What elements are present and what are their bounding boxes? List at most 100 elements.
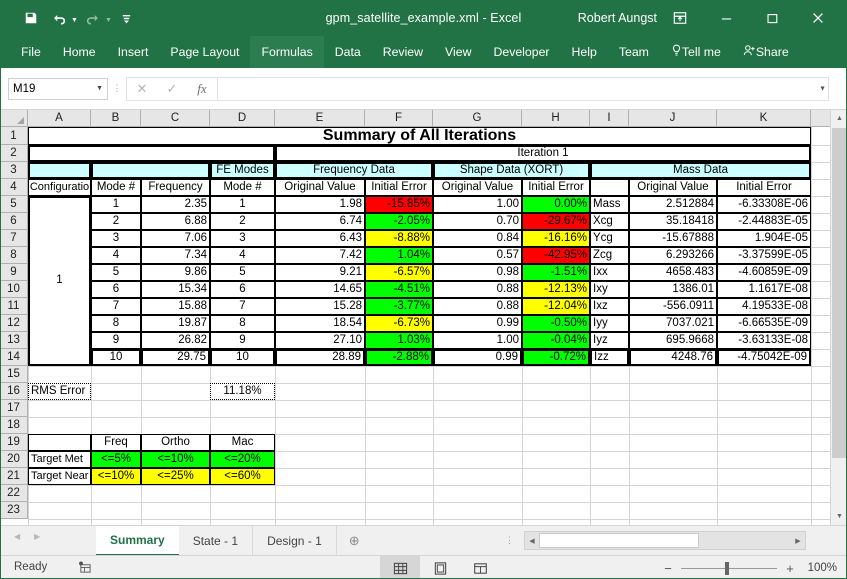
cell-shape-original[interactable]: 0.98	[433, 264, 522, 281]
cell-shape-error[interactable]: -0.04%	[522, 332, 590, 349]
cell-freq-error[interactable]: 1.04%	[365, 247, 433, 264]
row-header-15[interactable]: 15	[0, 366, 28, 383]
row-header-22[interactable]: 22	[0, 485, 28, 502]
cell-mass-label[interactable]: Ycg	[590, 230, 629, 247]
cell-shape-original[interactable]: 1.00	[433, 332, 522, 349]
cell-mass-error[interactable]: -4.75042E-09	[717, 349, 811, 366]
cell-freq-error[interactable]: -15.85%	[365, 196, 433, 213]
cell-mass-original[interactable]: 7037.021	[629, 315, 717, 332]
cell-header-configuration[interactable]: Configuratio	[28, 179, 91, 196]
cell-frequency[interactable]: 15.34	[141, 281, 210, 298]
cell-mode-number[interactable]: 4	[91, 247, 141, 264]
chevron-down-icon[interactable]: ▼	[96, 85, 103, 92]
cell-fe-mode-number[interactable]: 6	[210, 281, 275, 298]
cell-shape-original[interactable]: 0.70	[433, 213, 522, 230]
cell-mode-number[interactable]: 2	[91, 213, 141, 230]
ribbon-tab-help[interactable]: Help	[561, 36, 608, 68]
cell-mode-number[interactable]: 1	[91, 196, 141, 213]
sheet-tab-design-1[interactable]: Design - 1	[253, 526, 337, 556]
cell-freq-error[interactable]: -3.77%	[365, 298, 433, 315]
column-header-i[interactable]: I	[590, 110, 629, 127]
cell-header-mass-blank[interactable]	[590, 179, 629, 196]
cell-header-freq-original[interactable]: Original Value	[275, 179, 365, 196]
cell-freq-original[interactable]: 18.54	[275, 315, 365, 332]
column-header-k[interactable]: K	[717, 110, 811, 127]
cell-shape-original[interactable]: 1.00	[433, 196, 522, 213]
scroll-up-icon[interactable]: ▲	[831, 110, 847, 127]
add-sheet-icon[interactable]: ⊕	[337, 526, 372, 556]
cell-mass-error[interactable]: -3.63133E-08	[717, 332, 811, 349]
cell-fe-mode-number[interactable]: 7	[210, 298, 275, 315]
sheet-tab-summary[interactable]: Summary	[96, 526, 179, 556]
cell-frequency[interactable]: 29.75	[141, 349, 210, 366]
share-button[interactable]: Share	[732, 36, 800, 68]
cell-freq-original[interactable]: 15.28	[275, 298, 365, 315]
cell-mass-original[interactable]: 695.9668	[629, 332, 717, 349]
cell-rms-error-value[interactable]: 11.18%	[210, 383, 275, 400]
ribbon-tab-insert[interactable]: Insert	[107, 36, 160, 68]
cell-freq-original[interactable]: 6.43	[275, 230, 365, 247]
page-layout-view-icon[interactable]	[420, 556, 460, 579]
cell-freq-original[interactable]: 7.42	[275, 247, 365, 264]
cell-shape-original[interactable]: 0.88	[433, 298, 522, 315]
cell-legend-met-ortho[interactable]: <=10%	[141, 451, 210, 468]
cell-mode-number[interactable]: 6	[91, 281, 141, 298]
cell-freq-error[interactable]: -2.05%	[365, 213, 433, 230]
cell-iteration-label[interactable]: Iteration 1	[275, 145, 811, 162]
cell-legend-met-freq[interactable]: <=5%	[91, 451, 141, 468]
cell-mass-original[interactable]: 4658.483	[629, 264, 717, 281]
zoom-out-button[interactable]: −	[662, 561, 674, 576]
maximize-icon[interactable]	[749, 0, 795, 36]
cell-freq-original[interactable]: 1.98	[275, 196, 365, 213]
scroll-left-icon[interactable]: ◀	[525, 533, 539, 548]
cell-shape-error[interactable]: -0.72%	[522, 349, 590, 366]
cell-mass-error[interactable]: -2.44883E-05	[717, 213, 811, 230]
cell-shape-original[interactable]: 0.57	[433, 247, 522, 264]
ribbon-tab-team[interactable]: Team	[608, 36, 660, 68]
cell-frequency[interactable]: 2.35	[141, 196, 210, 213]
normal-view-icon[interactable]	[380, 556, 420, 579]
zoom-slider[interactable]	[681, 561, 777, 575]
column-header-b[interactable]: B	[91, 110, 141, 127]
row-header-16[interactable]: 16	[0, 383, 28, 400]
cell-freq-original[interactable]: 6.74	[275, 213, 365, 230]
cell-mass-error[interactable]: 4.19533E-08	[717, 298, 811, 315]
cell-frequency[interactable]: 19.87	[141, 315, 210, 332]
cell-fe-mode-number[interactable]: 2	[210, 213, 275, 230]
cell-shape-error[interactable]: -42.95%	[522, 247, 590, 264]
column-header-h[interactable]: H	[522, 110, 590, 127]
cell-mass-original[interactable]: 35.18418	[629, 213, 717, 230]
cell-freq-error[interactable]: -6.57%	[365, 264, 433, 281]
cell-freq-original[interactable]: 27.10	[275, 332, 365, 349]
column-header-l-partial[interactable]	[811, 110, 830, 127]
ribbon-tab-home[interactable]: Home	[52, 36, 107, 68]
ribbon-tab-review[interactable]: Review	[372, 36, 434, 68]
cell-configuration-value[interactable]: 1	[28, 196, 91, 366]
zoom-in-button[interactable]: +	[784, 561, 796, 576]
row-header-19[interactable]: 19	[0, 434, 28, 451]
cell-legend-label-target-near[interactable]: Target Near	[28, 468, 91, 485]
macro-record-icon[interactable]	[78, 561, 92, 577]
cell-freq-error[interactable]: -8.88%	[365, 230, 433, 247]
column-header-c[interactable]: C	[141, 110, 210, 127]
row-header-2[interactable]: 2	[0, 145, 28, 162]
ribbon-display-options-icon[interactable]	[657, 0, 703, 36]
cell-shape-error[interactable]: 0.00%	[522, 196, 590, 213]
ribbon-tab-data[interactable]: Data	[324, 36, 372, 68]
customize-quick-access-toolbar-icon[interactable]	[114, 5, 140, 31]
row-header-18[interactable]: 18	[0, 417, 28, 434]
cell-mass-error[interactable]: -4.60859E-09	[717, 264, 811, 281]
column-header-f[interactable]: F	[365, 110, 433, 127]
cell-freq-original[interactable]: 28.89	[275, 349, 365, 366]
cell-mode-number[interactable]: 3	[91, 230, 141, 247]
cell-group-fe-modes[interactable]: FE Modes	[210, 162, 275, 179]
enter-icon[interactable]: ✓	[157, 78, 187, 100]
cell-shape-original[interactable]: 0.99	[433, 349, 522, 366]
page-break-preview-icon[interactable]	[460, 556, 500, 579]
cell-mass-error[interactable]: 1.904E-05	[717, 230, 811, 247]
cell-group-frequency-data[interactable]: Frequency Data	[275, 162, 433, 179]
cell-b3-group[interactable]	[91, 162, 210, 179]
cell-mass-error[interactable]: 1.1617E-08	[717, 281, 811, 298]
cell-mode-number[interactable]: 10	[91, 349, 141, 366]
cell-frequency[interactable]: 26.82	[141, 332, 210, 349]
